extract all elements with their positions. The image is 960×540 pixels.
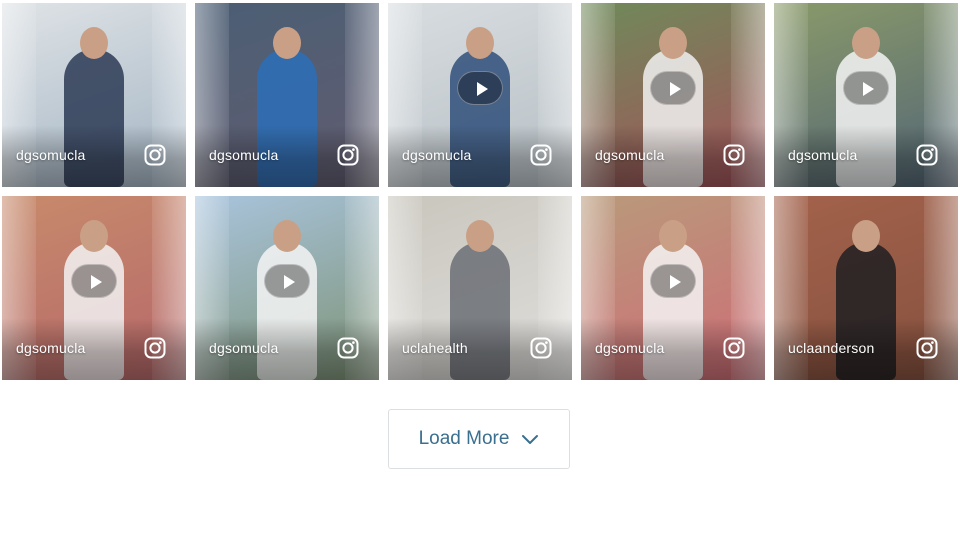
- feed-post-tile[interactable]: dgsomucla: [195, 196, 379, 380]
- play-icon[interactable]: [264, 264, 310, 298]
- post-handle: dgsomucla: [402, 147, 472, 163]
- post-handle: dgsomucla: [16, 340, 86, 356]
- person-head: [466, 220, 494, 252]
- instagram-icon[interactable]: [337, 337, 359, 359]
- play-icon[interactable]: [71, 264, 117, 298]
- instagram-icon[interactable]: [723, 337, 745, 359]
- person-head: [273, 220, 301, 252]
- person-head: [80, 27, 108, 59]
- feed-post-tile[interactable]: uclaanderson: [774, 196, 958, 380]
- post-handle: dgsomucla: [209, 340, 279, 356]
- feed-post-tile[interactable]: dgsomucla: [388, 3, 572, 187]
- chevron-down-icon: [522, 435, 539, 444]
- person-head: [659, 220, 687, 252]
- person-head: [659, 27, 687, 59]
- instagram-icon[interactable]: [144, 144, 166, 166]
- feed-post-tile[interactable]: dgsomucla: [195, 3, 379, 187]
- person-head: [466, 27, 494, 59]
- post-handle: uclaanderson: [788, 340, 875, 356]
- feed-post-tile[interactable]: uclahealth: [388, 196, 572, 380]
- feed-post-tile[interactable]: dgsomucla: [581, 3, 765, 187]
- instagram-feed-grid: dgsomucla dgsomucla dgsomucla dgsomucla dgso…: [2, 3, 958, 380]
- post-handle: dgsomucla: [209, 147, 279, 163]
- play-icon[interactable]: [650, 71, 696, 105]
- load-more-button[interactable]: Load More: [388, 409, 570, 469]
- person-head: [852, 27, 880, 59]
- feed-post-tile[interactable]: dgsomucla: [774, 3, 958, 187]
- instagram-icon[interactable]: [916, 337, 938, 359]
- post-handle: uclahealth: [402, 340, 468, 356]
- person-head: [852, 220, 880, 252]
- feed-post-tile[interactable]: dgsomucla: [2, 3, 186, 187]
- play-icon[interactable]: [457, 71, 503, 105]
- post-handle: dgsomucla: [595, 340, 665, 356]
- play-icon[interactable]: [843, 71, 889, 105]
- person-head: [80, 220, 108, 252]
- instagram-icon[interactable]: [530, 337, 552, 359]
- post-handle: dgsomucla: [788, 147, 858, 163]
- person-head: [273, 27, 301, 59]
- instagram-icon[interactable]: [337, 144, 359, 166]
- instagram-icon[interactable]: [916, 144, 938, 166]
- post-handle: dgsomucla: [595, 147, 665, 163]
- instagram-icon[interactable]: [723, 144, 745, 166]
- play-icon[interactable]: [650, 264, 696, 298]
- feed-post-tile[interactable]: dgsomucla: [581, 196, 765, 380]
- instagram-icon[interactable]: [530, 144, 552, 166]
- post-handle: dgsomucla: [16, 147, 86, 163]
- instagram-icon[interactable]: [144, 337, 166, 359]
- load-more-label: Load More: [418, 428, 510, 449]
- feed-post-tile[interactable]: dgsomucla: [2, 196, 186, 380]
